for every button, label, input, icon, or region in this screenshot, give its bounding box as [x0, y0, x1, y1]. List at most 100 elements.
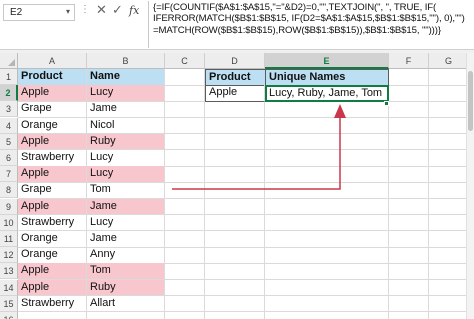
- cell[interactable]: [389, 182, 429, 200]
- name-cell[interactable]: Tom: [87, 182, 165, 200]
- cell[interactable]: [265, 231, 389, 248]
- name-cell[interactable]: Lucy: [87, 166, 165, 183]
- cell[interactable]: [205, 117, 265, 135]
- cell[interactable]: [429, 166, 466, 183]
- select-all-button[interactable]: [0, 53, 18, 69]
- cell[interactable]: [165, 133, 205, 151]
- cell[interactable]: [165, 166, 205, 183]
- cell[interactable]: [265, 263, 389, 281]
- cell[interactable]: [429, 231, 466, 248]
- cell[interactable]: [165, 69, 205, 86]
- cell[interactable]: [265, 279, 389, 297]
- cell[interactable]: [165, 214, 205, 232]
- spreadsheet-grid[interactable]: ABCDEFG 12345678910111213141516 ProductN…: [0, 53, 466, 319]
- name-cell[interactable]: Lucy: [87, 85, 165, 102]
- fill-handle[interactable]: [384, 101, 389, 106]
- cell[interactable]: [389, 279, 429, 297]
- name-cell[interactable]: Ruby: [87, 279, 165, 297]
- product-cell[interactable]: Apple: [18, 85, 87, 102]
- cell[interactable]: [205, 231, 265, 248]
- product-cell[interactable]: Apple: [18, 198, 87, 216]
- row-header-16[interactable]: 16: [0, 312, 18, 319]
- cell[interactable]: [18, 312, 87, 319]
- product-cell[interactable]: Apple: [18, 166, 87, 183]
- cell[interactable]: [389, 231, 429, 248]
- cell[interactable]: [429, 247, 466, 264]
- cell[interactable]: [165, 295, 205, 313]
- cell[interactable]: [429, 215, 466, 232]
- cell[interactable]: [265, 117, 389, 135]
- product-cell[interactable]: Apple: [18, 133, 87, 151]
- row-header-15[interactable]: 15: [0, 295, 18, 312]
- name-cell[interactable]: Nicol: [87, 117, 165, 135]
- row-header-7[interactable]: 7: [0, 166, 18, 183]
- column-header-c[interactable]: C: [165, 53, 205, 69]
- cell[interactable]: [205, 263, 265, 281]
- cell[interactable]: [165, 312, 205, 319]
- cell[interactable]: [389, 69, 429, 86]
- product-cell[interactable]: Grape: [18, 101, 87, 119]
- result-header-product[interactable]: Product: [205, 69, 265, 86]
- cell[interactable]: [165, 101, 205, 119]
- cell[interactable]: [429, 263, 466, 281]
- cell[interactable]: [429, 199, 466, 216]
- cell[interactable]: [389, 117, 429, 135]
- product-cell[interactable]: Strawberry: [18, 295, 87, 313]
- name-cell[interactable]: Ruby: [87, 133, 165, 151]
- cell[interactable]: [205, 101, 265, 119]
- product-cell[interactable]: Orange: [18, 247, 87, 264]
- cell[interactable]: [165, 247, 205, 264]
- cell[interactable]: [389, 247, 429, 264]
- cell[interactable]: [265, 166, 389, 183]
- cell[interactable]: [389, 166, 429, 183]
- cell[interactable]: [265, 150, 389, 167]
- column-header-b[interactable]: B: [87, 53, 165, 69]
- cell[interactable]: [429, 280, 466, 297]
- cell[interactable]: [265, 247, 389, 264]
- name-cell[interactable]: Jame: [87, 231, 165, 248]
- cell[interactable]: [389, 150, 429, 167]
- cell[interactable]: [87, 312, 165, 319]
- cell[interactable]: [205, 133, 265, 151]
- cell[interactable]: [389, 101, 429, 119]
- cell[interactable]: [165, 150, 205, 167]
- cell[interactable]: [205, 166, 265, 183]
- result-header-unique-names[interactable]: Unique Names: [265, 69, 389, 86]
- header-product[interactable]: Product: [18, 69, 87, 86]
- result-product-cell[interactable]: Apple: [205, 85, 265, 102]
- selected-cell-unique-names[interactable]: Lucy, Ruby, Jame, Tom: [265, 85, 389, 102]
- row-header-10[interactable]: 10: [0, 214, 18, 231]
- cell[interactable]: [389, 312, 429, 319]
- cell[interactable]: [205, 312, 265, 319]
- row-header-9[interactable]: 9: [0, 198, 18, 215]
- cell[interactable]: [165, 182, 205, 200]
- cell[interactable]: [429, 118, 466, 135]
- cell[interactable]: [205, 150, 265, 167]
- row-header-3[interactable]: 3: [0, 101, 18, 118]
- cell[interactable]: [429, 296, 466, 313]
- column-header-a[interactable]: A: [18, 53, 87, 69]
- cell[interactable]: [265, 295, 389, 313]
- product-cell[interactable]: Apple: [18, 279, 87, 297]
- column-header-d[interactable]: D: [205, 53, 265, 69]
- cell[interactable]: [265, 312, 389, 319]
- name-cell[interactable]: Jame: [87, 101, 165, 119]
- row-header-1[interactable]: 1: [0, 69, 18, 85]
- cell[interactable]: [389, 263, 429, 281]
- cell[interactable]: [429, 150, 466, 167]
- product-cell[interactable]: Orange: [18, 231, 87, 248]
- column-header-f[interactable]: F: [389, 53, 429, 69]
- header-name[interactable]: Name: [87, 69, 165, 86]
- cell[interactable]: [165, 279, 205, 297]
- row-header-8[interactable]: 8: [0, 182, 18, 199]
- cell[interactable]: [205, 182, 265, 200]
- product-cell[interactable]: Grape: [18, 182, 87, 200]
- row-header-11[interactable]: 11: [0, 231, 18, 247]
- cell[interactable]: [429, 134, 466, 151]
- chevron-down-icon[interactable]: ▾: [66, 7, 70, 16]
- cell[interactable]: [205, 295, 265, 313]
- product-cell[interactable]: Strawberry: [18, 150, 87, 167]
- scrollbar-thumb[interactable]: [468, 71, 473, 131]
- cell[interactable]: [429, 182, 466, 200]
- name-box[interactable]: E2 ▾: [3, 4, 75, 21]
